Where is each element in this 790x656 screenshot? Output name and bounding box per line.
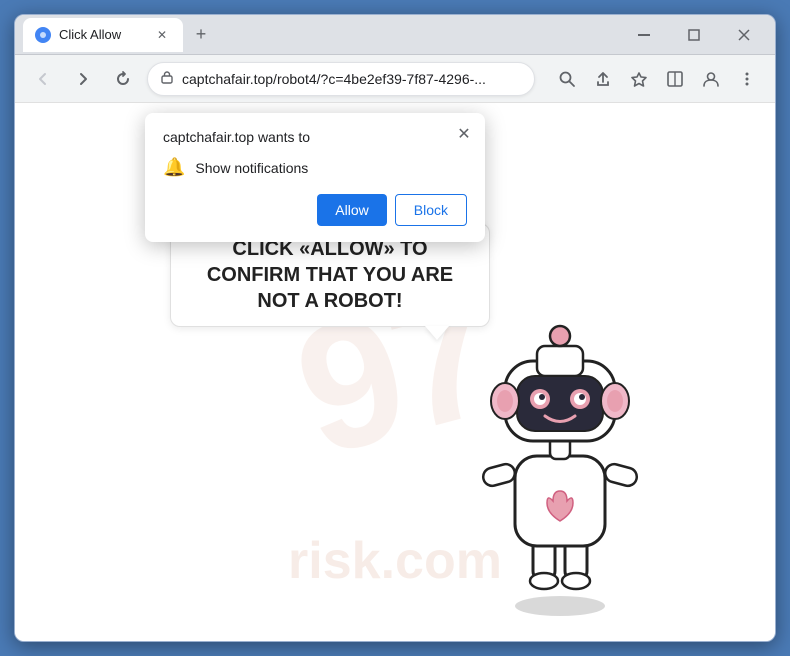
close-button[interactable]	[721, 19, 767, 51]
notification-row: 🔔 Show notifications	[163, 157, 467, 178]
maximize-button[interactable]	[671, 19, 717, 51]
popup-action-buttons: Allow Block	[163, 194, 467, 226]
page-main-text: CLICK «ALLOW» TO CONFIRM THAT YOU ARE NO…	[207, 238, 453, 312]
share-icon[interactable]	[587, 63, 619, 95]
nav-action-icons	[551, 63, 763, 95]
forward-button[interactable]	[67, 63, 99, 95]
notification-label: Show notifications	[195, 160, 308, 176]
block-button[interactable]: Block	[395, 194, 467, 226]
notification-popup: ✕ captchafair.top wants to 🔔 Show notifi…	[145, 113, 485, 242]
minimize-button[interactable]	[621, 19, 667, 51]
url-display: captchafair.top/robot4/?c=4be2ef39-7f87-…	[182, 71, 522, 87]
search-icon[interactable]	[551, 63, 583, 95]
active-tab[interactable]: Click Allow ✕	[23, 18, 183, 52]
bookmark-icon[interactable]	[623, 63, 655, 95]
popup-close-button[interactable]: ✕	[453, 123, 475, 145]
page-content: 97 risk.com ✕ captchafair.top wants to 🔔…	[15, 103, 775, 641]
account-icon[interactable]	[695, 63, 727, 95]
splitscreen-icon[interactable]	[659, 63, 691, 95]
nav-bar: captchafair.top/robot4/?c=4be2ef39-7f87-…	[15, 55, 775, 103]
new-tab-button[interactable]: +	[187, 21, 215, 49]
lock-icon	[160, 70, 174, 87]
more-options-icon[interactable]	[731, 63, 763, 95]
popup-title: captchafair.top wants to	[163, 129, 467, 145]
allow-button[interactable]: Allow	[317, 194, 386, 226]
window-controls	[621, 19, 767, 51]
bell-icon: 🔔	[163, 157, 185, 178]
tab-container: Click Allow ✕ +	[23, 18, 615, 52]
tab-close-button[interactable]: ✕	[153, 26, 171, 44]
robot-illustration	[445, 301, 675, 621]
tab-favicon	[35, 27, 51, 43]
title-bar: Click Allow ✕ +	[15, 15, 775, 55]
refresh-button[interactable]	[107, 63, 139, 95]
back-button[interactable]	[27, 63, 59, 95]
address-bar[interactable]: captchafair.top/robot4/?c=4be2ef39-7f87-…	[147, 62, 535, 96]
browser-window: Click Allow ✕ +	[14, 14, 776, 642]
tab-title: Click Allow	[59, 27, 145, 42]
